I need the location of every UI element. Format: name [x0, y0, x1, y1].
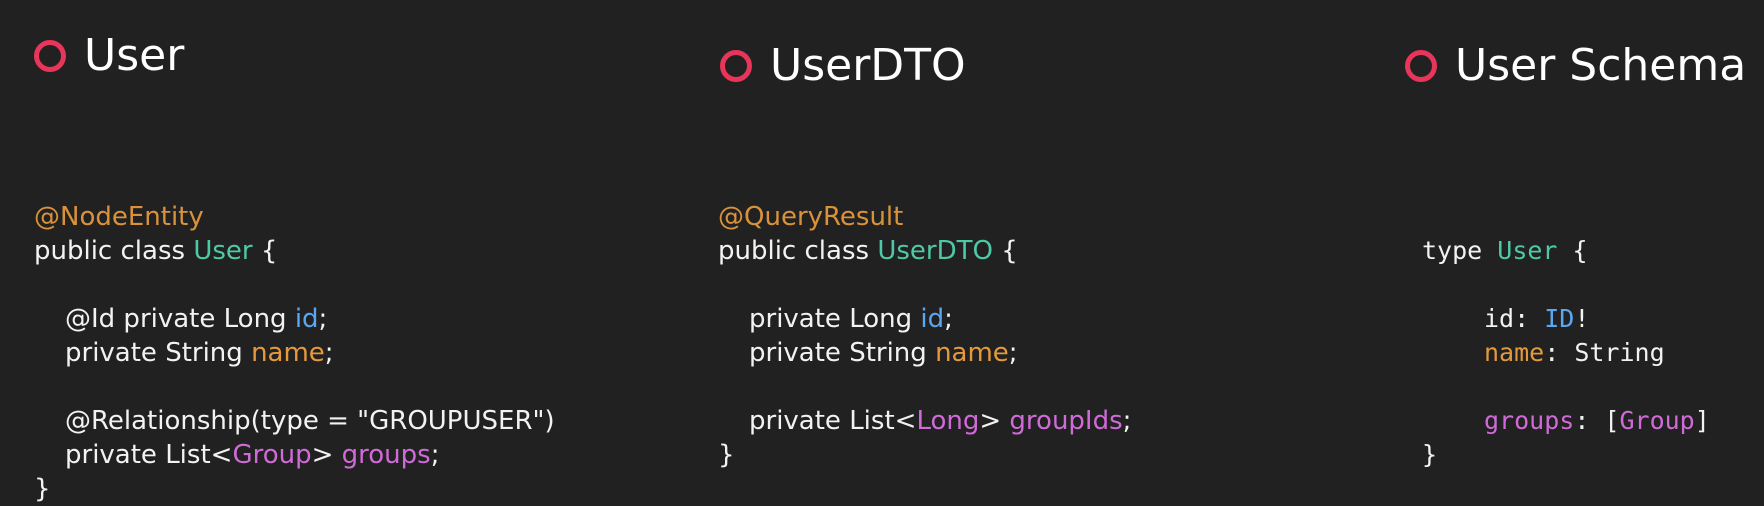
- code-block-userdto: @QueryResult public class UserDTO {privat…: [718, 200, 1131, 472]
- code-token: ID: [1544, 304, 1575, 333]
- heading-user: User: [34, 30, 184, 81]
- code-line: private String name;: [34, 336, 555, 370]
- code-token: name: [1484, 338, 1545, 367]
- code-token: public class: [34, 236, 194, 266]
- code-token: ;: [318, 304, 328, 334]
- code-line: }: [34, 472, 555, 506]
- code-token: {: [1557, 236, 1588, 265]
- code-line: @Relationship(type = "GROUPUSER"): [34, 404, 555, 438]
- code-token: : [: [1574, 406, 1620, 435]
- code-line: private Long id;: [718, 302, 1131, 336]
- code-token: Group: [1619, 406, 1695, 435]
- code-line: private List<Group> groups;: [34, 438, 555, 472]
- code-token: ;: [944, 304, 953, 334]
- code-token: ]: [1694, 406, 1710, 435]
- code-token: }: [1422, 440, 1438, 469]
- code-token: @QueryResult: [718, 202, 904, 232]
- code-token: type: [1422, 236, 1498, 265]
- code-token: UserDTO: [877, 236, 993, 266]
- heading-user-schema: User Schema: [1405, 40, 1746, 91]
- code-token: }: [34, 474, 51, 504]
- code-line: groups: [Group]: [1422, 404, 1710, 438]
- code-token: User: [1497, 236, 1558, 265]
- code-line: @NodeEntity: [34, 200, 555, 234]
- code-token: ;: [1008, 338, 1018, 368]
- code-token: id: [294, 304, 319, 334]
- code-line: }: [718, 438, 1131, 472]
- code-token: Group: [232, 440, 312, 470]
- code-token: ;: [324, 338, 334, 368]
- code-token: : String: [1544, 338, 1665, 367]
- code-token: private List<: [65, 440, 233, 470]
- code-token: name: [251, 338, 325, 368]
- code-token: private String: [749, 338, 936, 368]
- code-token: id: [920, 304, 945, 334]
- code-token: @Id private Long: [65, 304, 295, 334]
- circle-bullet-icon: [720, 49, 752, 82]
- code-line: public class User {: [34, 234, 555, 268]
- code-token: private String: [65, 338, 252, 368]
- code-token: !: [1574, 304, 1590, 333]
- code-line: id: ID!: [1422, 302, 1710, 336]
- code-token: id: [1484, 304, 1515, 333]
- heading-title: User: [84, 30, 185, 81]
- code-line: type User {: [1422, 234, 1710, 268]
- code-block-user-schema: type User {id: ID! name: String groups: [G…: [1422, 234, 1710, 472]
- heading-userdto: UserDTO: [720, 40, 966, 91]
- code-token: private List<: [749, 406, 917, 436]
- code-token: groups: [341, 440, 431, 470]
- code-token: Long: [916, 406, 980, 436]
- circle-bullet-icon: [34, 39, 66, 72]
- code-line: name: String: [1422, 336, 1710, 370]
- code-token: ;: [1122, 406, 1132, 436]
- code-token: @Relationship(type = "GROUPUSER"): [65, 406, 555, 436]
- code-line: @QueryResult: [718, 200, 1131, 234]
- code-token: User: [193, 236, 253, 266]
- code-line: private List<Long> groupIds;: [718, 404, 1131, 438]
- code-token: {: [252, 236, 278, 266]
- heading-title: UserDTO: [770, 40, 966, 91]
- circle-bullet-icon: [1405, 49, 1437, 82]
- code-token: }: [718, 440, 735, 470]
- code-token: >: [979, 406, 1010, 436]
- code-token: private Long: [749, 304, 921, 334]
- code-token: name: [935, 338, 1009, 368]
- code-line: }: [1422, 438, 1710, 472]
- code-line: public class UserDTO {: [718, 234, 1131, 268]
- code-line: @Id private Long id;: [34, 302, 555, 336]
- code-token: groups: [1484, 406, 1575, 435]
- code-token: public class: [718, 236, 878, 266]
- code-line: private String name;: [718, 336, 1131, 370]
- code-token: :: [1514, 304, 1545, 333]
- code-token: >: [311, 440, 342, 470]
- code-block-user: @NodeEntity public class User {@Id privat…: [34, 200, 555, 506]
- code-token: @NodeEntity: [34, 202, 204, 232]
- code-token: groupIds: [1009, 406, 1123, 436]
- code-token: {: [992, 236, 1018, 266]
- heading-title: User Schema: [1455, 40, 1747, 91]
- code-token: ;: [430, 440, 440, 470]
